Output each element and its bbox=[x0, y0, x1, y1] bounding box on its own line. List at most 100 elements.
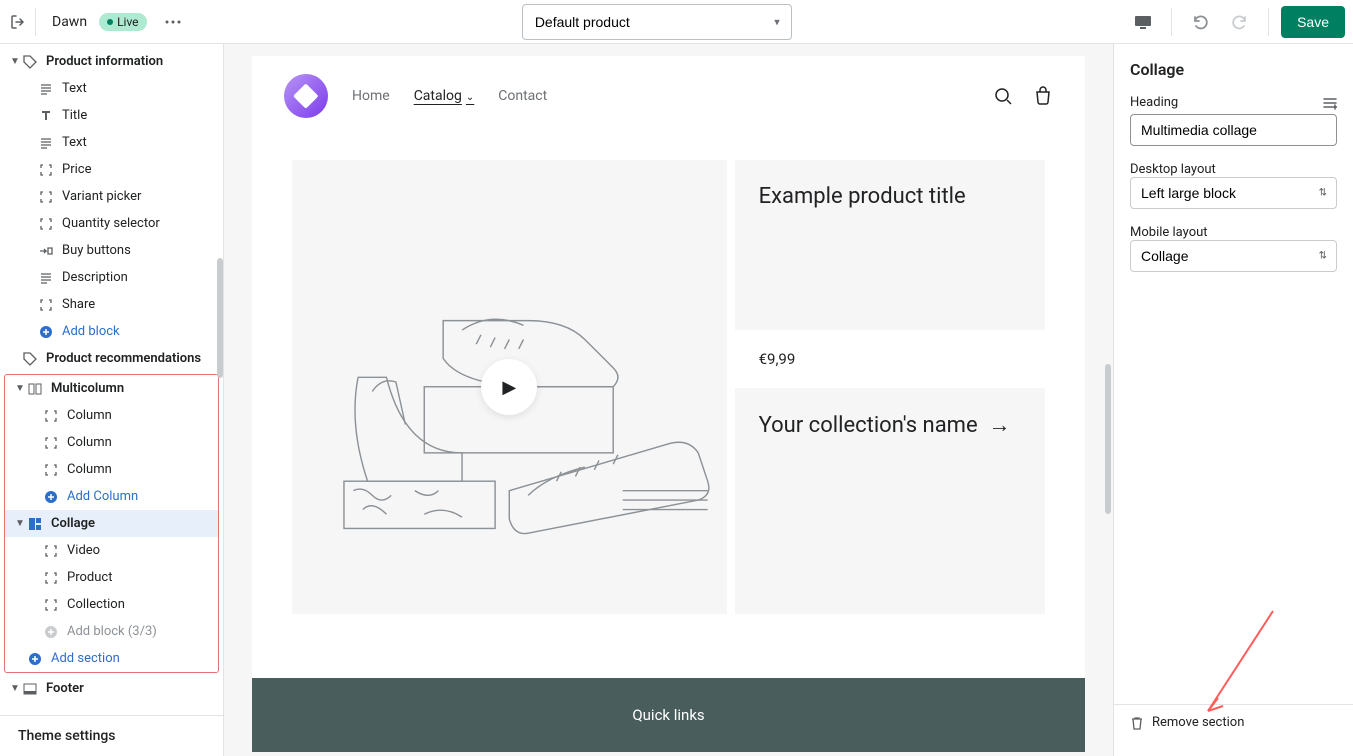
undo-button[interactable] bbox=[1184, 6, 1216, 38]
tree-label: Add Column bbox=[67, 489, 138, 504]
tree-label: Add block (3/3) bbox=[67, 624, 157, 639]
tree-item-share[interactable]: Share bbox=[0, 291, 223, 318]
redo-button[interactable] bbox=[1224, 6, 1256, 38]
tree-item-text[interactable]: Text bbox=[0, 75, 223, 102]
more-button[interactable] bbox=[159, 8, 187, 36]
settings-title: Collage bbox=[1130, 60, 1337, 79]
bracket-icon bbox=[38, 189, 54, 205]
tree-item-add-section[interactable]: Add section bbox=[5, 645, 218, 672]
dynamic-source-button[interactable] bbox=[1323, 96, 1337, 110]
tree-item-product-information[interactable]: ▼Product information bbox=[0, 48, 223, 75]
paragraph-icon bbox=[38, 81, 54, 97]
tree-label: Column bbox=[67, 435, 112, 450]
tree-label: Column bbox=[67, 462, 112, 477]
tree-label: Variant picker bbox=[62, 189, 141, 204]
scrollbar-thumb[interactable] bbox=[217, 258, 223, 378]
buy-icon bbox=[38, 243, 54, 259]
collage-icon bbox=[27, 516, 43, 532]
exit-icon bbox=[10, 14, 26, 30]
tree-label: Video bbox=[67, 543, 100, 558]
store-logo[interactable] bbox=[284, 74, 328, 118]
tag-icon bbox=[22, 351, 38, 367]
canvas-scrollbar-thumb[interactable] bbox=[1105, 364, 1111, 514]
tree-label: Price bbox=[62, 162, 91, 177]
plus_muted-icon bbox=[43, 624, 59, 640]
tree-item-add-block[interactable]: Add block bbox=[0, 318, 223, 345]
tree-label: Description bbox=[62, 270, 128, 285]
tree-label: Product bbox=[67, 570, 112, 585]
search-icon[interactable] bbox=[993, 86, 1013, 106]
collage-product-block[interactable]: Example product title bbox=[735, 160, 1045, 330]
tree-label: Multicolumn bbox=[51, 381, 124, 396]
tree-item-column[interactable]: Column bbox=[5, 456, 218, 483]
tree-item-add-column[interactable]: Add Column bbox=[5, 483, 218, 510]
play-button[interactable]: ▶ bbox=[481, 359, 537, 415]
redo-icon bbox=[1231, 13, 1249, 31]
nav-home[interactable]: Home bbox=[352, 88, 390, 104]
footer-icon bbox=[22, 681, 38, 697]
tree-item-collage[interactable]: ▼Collage bbox=[5, 510, 218, 537]
tree-item-description[interactable]: Description bbox=[0, 264, 223, 291]
tree-item-price[interactable]: Price bbox=[0, 156, 223, 183]
tree-label: Product recommendations bbox=[46, 351, 201, 366]
desktop-layout-label: Desktop layout bbox=[1130, 162, 1337, 177]
remove-section-button[interactable]: Remove section bbox=[1114, 704, 1353, 740]
heading-input[interactable] bbox=[1130, 114, 1337, 146]
title-icon bbox=[38, 108, 54, 124]
tree-item-buy-buttons[interactable]: Buy buttons bbox=[0, 237, 223, 264]
mobile-layout-select[interactable]: Collage bbox=[1130, 240, 1337, 272]
tree-label: Footer bbox=[46, 681, 84, 696]
sidebar-right: Collage Heading Desktop layout Left larg… bbox=[1113, 44, 1353, 756]
tree-item-product-recommendations[interactable]: Product recommendations bbox=[0, 345, 223, 372]
paragraph-icon bbox=[38, 270, 54, 286]
tree-item-product[interactable]: Product bbox=[5, 564, 218, 591]
save-button[interactable]: Save bbox=[1281, 6, 1345, 38]
bracket-icon bbox=[43, 462, 59, 478]
plus-icon bbox=[27, 651, 43, 667]
chevron-down-icon: ▼ bbox=[8, 56, 22, 67]
column-icon bbox=[27, 381, 43, 397]
desktop-icon bbox=[1134, 15, 1152, 29]
nav-contact[interactable]: Contact bbox=[498, 88, 547, 104]
tree-item-text[interactable]: Text bbox=[0, 129, 223, 156]
collage-video-block[interactable]: ▶ bbox=[292, 160, 727, 614]
theme-name: Dawn bbox=[52, 14, 87, 30]
page-select[interactable]: Default product bbox=[522, 4, 792, 40]
collage-section: ▶ Example product title €9,99 Your colle… bbox=[252, 136, 1085, 638]
bracket-icon bbox=[38, 162, 54, 178]
collage-collection-block[interactable]: Your collection's name → bbox=[735, 388, 1045, 614]
bracket-icon bbox=[43, 408, 59, 424]
cart-icon[interactable] bbox=[1033, 86, 1053, 106]
bracket-icon bbox=[38, 297, 54, 313]
tree-label: Collection bbox=[67, 597, 125, 612]
desktop-layout-select[interactable]: Left large block bbox=[1130, 177, 1337, 209]
tree-item-column[interactable]: Column bbox=[5, 402, 218, 429]
bracket-icon bbox=[43, 597, 59, 613]
tree-item-video[interactable]: Video bbox=[5, 537, 218, 564]
tree-label: Column bbox=[67, 408, 112, 423]
mobile-layout-label: Mobile layout bbox=[1130, 225, 1337, 240]
tree-item-multicolumn[interactable]: ▼ Multicolumn bbox=[5, 375, 218, 402]
tree-item-footer[interactable]: ▼Footer bbox=[0, 675, 223, 702]
product-price: €9,99 bbox=[735, 338, 1045, 380]
tree-item-column[interactable]: Column bbox=[5, 429, 218, 456]
tree-item-title[interactable]: Title bbox=[0, 102, 223, 129]
chevron-down-icon: ▼ bbox=[13, 383, 27, 394]
nav-catalog[interactable]: Catalog⌄ bbox=[414, 88, 475, 104]
bracket-icon bbox=[43, 435, 59, 451]
tree-label: Title bbox=[62, 108, 87, 123]
tree-item-variant-picker[interactable]: Variant picker bbox=[0, 183, 223, 210]
tag-icon bbox=[22, 54, 38, 70]
tree-label: Share bbox=[62, 297, 95, 312]
tree-item-quantity-selector[interactable]: Quantity selector bbox=[0, 210, 223, 237]
exit-button[interactable] bbox=[8, 8, 36, 36]
theme-settings-button[interactable]: Theme settings bbox=[0, 715, 223, 756]
trash-icon bbox=[1130, 716, 1144, 730]
viewport-desktop-button[interactable] bbox=[1127, 6, 1159, 38]
heading-label: Heading bbox=[1130, 95, 1178, 110]
preview-frame: Home Catalog⌄ Contact bbox=[252, 56, 1085, 752]
preview-header: Home Catalog⌄ Contact bbox=[252, 56, 1085, 136]
tree-item-collection[interactable]: Collection bbox=[5, 591, 218, 618]
tree-label: Buy buttons bbox=[62, 243, 131, 258]
chevron-down-icon: ▼ bbox=[13, 518, 27, 529]
